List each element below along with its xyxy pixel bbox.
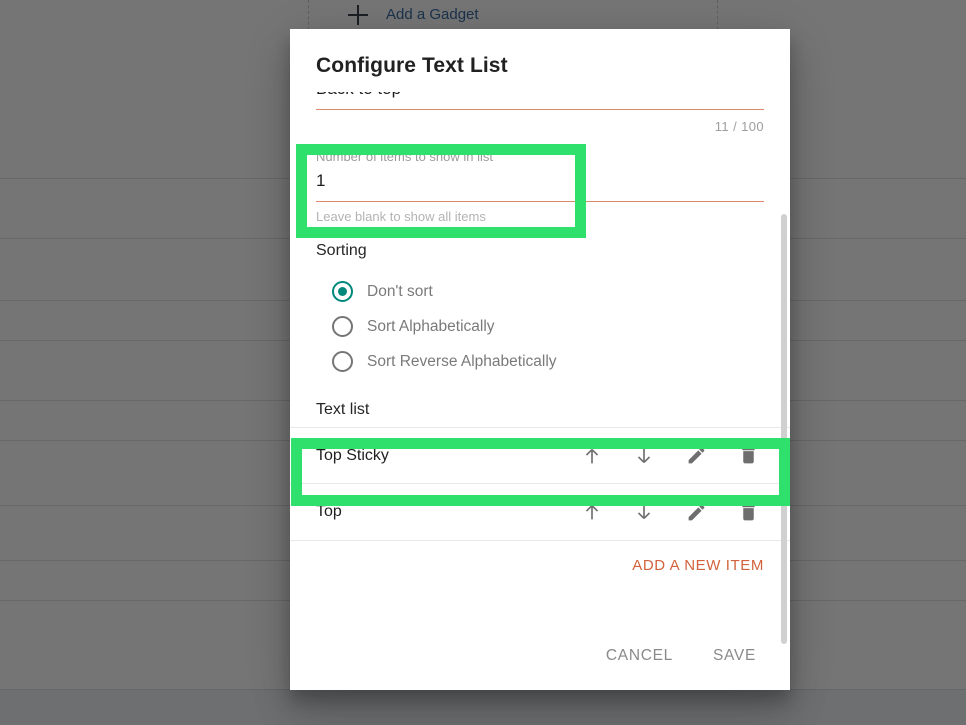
radio-sort-reverse-alphabetically[interactable]: Sort Reverse Alphabetically (316, 344, 764, 379)
edit-pencil-icon[interactable] (684, 444, 708, 468)
number-of-items-label: Number of items to show in list (316, 149, 494, 164)
radio-sort-alphabetically-indicator[interactable] (332, 316, 353, 337)
configure-text-list-dialog: Configure Text List Back to top 11 / 100… (290, 29, 790, 690)
edit-pencil-icon[interactable] (684, 500, 708, 524)
radio-dont-sort-label: Don't sort (367, 282, 433, 300)
number-of-items-value: 1 (316, 171, 326, 190)
sorting-heading: Sorting (316, 242, 367, 259)
radio-sort-reverse-alphabetically-label: Sort Reverse Alphabetically (367, 352, 557, 370)
dialog-actions: CANCEL SAVE (290, 641, 790, 671)
table-row[interactable]: Top (290, 484, 790, 541)
add-a-new-item-button[interactable]: ADD A NEW ITEM (632, 557, 764, 574)
dialog-title: Configure Text List (316, 54, 508, 77)
delete-trash-icon[interactable] (736, 500, 760, 524)
delete-trash-icon[interactable] (736, 444, 760, 468)
cancel-button[interactable]: CANCEL (598, 641, 681, 671)
radio-dont-sort[interactable]: Don't sort (316, 274, 764, 309)
move-down-icon[interactable] (632, 500, 656, 524)
dialog-scrollbar-thumb[interactable] (781, 214, 787, 644)
row-actions (580, 500, 760, 524)
move-down-icon[interactable] (632, 444, 656, 468)
screen: Add a Gadget Configure Text List Back to… (0, 0, 966, 725)
character-counter: 11 / 100 (714, 119, 764, 134)
row-actions (580, 444, 760, 468)
number-of-items-field[interactable]: Number of items to show in list 1 Leave … (316, 148, 764, 224)
move-up-icon[interactable] (580, 500, 604, 524)
radio-sort-alphabetically-label: Sort Alphabetically (367, 317, 495, 335)
dialog-scroll-area[interactable]: Back to top 11 / 100 Number of items to … (290, 92, 790, 597)
save-button[interactable]: SAVE (705, 641, 764, 671)
sorting-radio-group: Don't sort Sort Alphabetically Sort Reve… (316, 274, 764, 379)
list-title-value: Back to top (316, 92, 764, 102)
table-row[interactable]: Top Sticky (290, 427, 790, 484)
radio-sort-alphabetically[interactable]: Sort Alphabetically (316, 309, 764, 344)
move-up-icon[interactable] (580, 444, 604, 468)
text-list: Top Sticky Top (290, 427, 790, 541)
number-of-items-hint: Leave blank to show all items (316, 209, 486, 224)
radio-dont-sort-indicator[interactable] (332, 281, 353, 302)
list-item-label: Top (316, 503, 342, 520)
list-title-field[interactable]: Back to top 11 / 100 (316, 92, 764, 134)
add-a-new-item-row: ADD A NEW ITEM (290, 541, 790, 574)
text-list-heading: Text list (316, 401, 370, 418)
list-item-label: Top Sticky (316, 446, 389, 464)
radio-sort-reverse-alphabetically-indicator[interactable] (332, 351, 353, 372)
